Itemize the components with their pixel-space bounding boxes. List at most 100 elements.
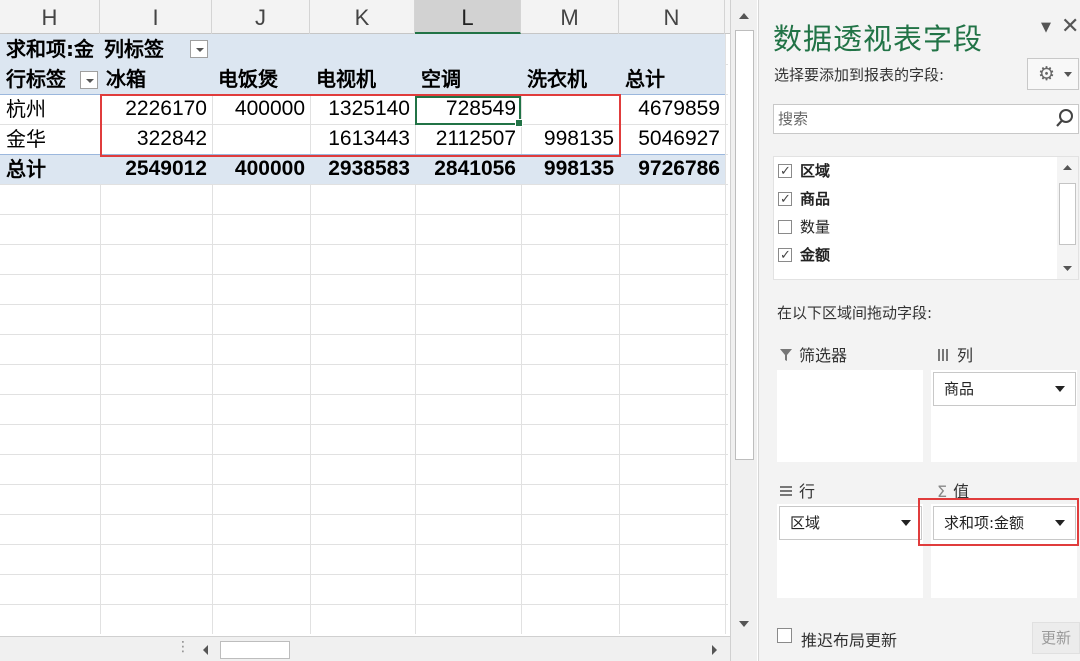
pivot-row-label[interactable]: 杭州 [0,94,100,123]
chevron-down-icon[interactable] [901,520,911,526]
choose-fields-label: 选择要添加到报表的字段: [774,66,945,84]
field-search-box[interactable] [773,104,1079,134]
close-icon[interactable]: ✕ [1061,14,1079,39]
scroll-down-icon[interactable] [1060,261,1075,276]
column-header-n[interactable]: N [619,0,725,34]
field-checkbox[interactable] [778,244,792,268]
vertical-scrollbar[interactable] [730,0,757,661]
worksheet[interactable]: H I J K L M N 求和项:金 列标签 行标签 冰箱 电饭煲 电视机 空… [0,0,730,661]
pivot-total-cell[interactable]: 2549012 [100,154,212,183]
chip-label: 商品 [944,380,975,398]
scroll-left-icon[interactable] [198,642,214,658]
gridline [0,574,728,575]
update-button[interactable]: 更新 [1032,622,1080,654]
rows-icon [780,486,792,496]
annotation-highlight-values [100,94,621,157]
column-labels-filter-button[interactable] [190,40,208,58]
gridline [0,484,728,485]
tab-split-handle[interactable]: ⋮ [176,639,190,655]
rows-drop-zone[interactable]: 区域 [777,504,923,598]
pivot-col-header[interactable]: 洗衣机 [521,64,619,93]
filters-drop-zone[interactable] [777,370,923,462]
field-checkbox[interactable] [778,220,792,234]
vertical-scroll-thumb[interactable] [735,30,754,460]
pivot-row-label[interactable]: 金华 [0,124,100,153]
chip-label: 区域 [790,514,821,532]
pivot-column-labels[interactable]: 列标签 [98,34,188,63]
gridline [0,334,728,335]
gridline [0,214,728,215]
scroll-down-icon[interactable] [734,614,754,634]
columns-icon [938,349,948,361]
rows-area-label: 行 [799,482,816,501]
sheet-bottom-bar: ⋮ [0,636,730,661]
pivot-total-cell[interactable]: 2938583 [310,154,415,183]
gridline [0,514,728,515]
gridline [0,244,728,245]
gridline [0,424,728,425]
pivot-total-cell[interactable]: 998135 [521,154,619,183]
pivot-value-cell[interactable]: 5046927 [619,124,725,153]
drag-fields-label: 在以下区域间拖动字段: [777,304,933,322]
horizontal-scroll-thumb[interactable] [220,641,290,659]
columns-drop-zone[interactable]: 商品 [931,370,1077,462]
column-header-l[interactable]: L [415,0,521,34]
field-label: 区域 [800,162,831,180]
gridline [0,604,728,605]
pivot-col-header[interactable]: 电视机 [310,64,415,93]
field-label: 商品 [800,190,831,208]
horizontal-scrollbar[interactable] [196,640,730,660]
scroll-right-icon[interactable] [706,642,722,658]
field-checkbox[interactable] [778,188,792,212]
columns-field-chip[interactable]: 商品 [933,372,1076,406]
column-header-k[interactable]: K [310,0,415,34]
pivot-total-cell[interactable]: 9726786 [619,154,725,183]
pivot-total-cell[interactable]: 2841056 [415,154,521,183]
pivot-value-field-label[interactable]: 求和项:金 [0,34,105,63]
column-header-h[interactable]: H [0,0,100,34]
gridline [0,184,728,185]
scroll-up-icon[interactable] [1060,160,1075,175]
gridline [0,364,728,365]
field-checkbox[interactable] [778,160,792,184]
pivot-col-header[interactable]: 总计 [619,64,725,93]
field-list-scrollbar[interactable] [1057,157,1078,279]
column-header-j[interactable]: J [212,0,310,34]
pivot-col-header[interactable]: 冰箱 [100,64,212,93]
pivot-col-header[interactable]: 电饭煲 [212,64,310,93]
gridline [0,274,728,275]
chevron-down-icon[interactable] [1055,386,1065,392]
pivot-col-header[interactable]: 空调 [415,64,521,93]
field-label: 金额 [800,246,831,264]
defer-update-checkbox[interactable] [777,628,792,643]
pivot-field-pane: 数据透视表字段 ▼ ✕ 选择要添加到报表的字段: ⚙ 区域 商品 数量 金额 [758,0,1080,661]
gridline [0,394,728,395]
gear-icon: ⚙ [1038,63,1056,85]
rows-field-chip[interactable]: 区域 [779,506,922,540]
pivot-value-cell[interactable]: 4679859 [619,94,725,123]
scroll-up-icon[interactable] [734,6,754,26]
gridline [0,544,728,545]
pivot-row-labels[interactable]: 行标签 [0,64,80,93]
chevron-down-icon[interactable]: ▼ [1041,20,1051,35]
pivot-total-cell[interactable]: 400000 [212,154,310,183]
search-input[interactable] [774,105,1044,133]
filter-icon [780,349,792,361]
column-header-m[interactable]: M [521,0,619,34]
column-header-bar: H I J K L M N [0,0,730,34]
search-icon[interactable] [1054,107,1076,129]
pane-title: 数据透视表字段 [773,22,984,56]
field-list-scroll-thumb[interactable] [1059,183,1076,245]
gridline [0,304,728,305]
gridline [0,454,728,455]
field-label: 数量 [800,218,831,236]
annotation-highlight-values-field [918,498,1079,546]
pivot-total-label[interactable]: 总计 [0,154,100,183]
row-labels-filter-button[interactable] [80,71,98,89]
field-list: 区域 商品 数量 金额 [773,156,1079,280]
filters-area-header: 筛选器 [779,342,847,366]
rows-area-header: 行 [779,478,815,502]
column-header-i[interactable]: I [100,0,212,34]
columns-area-label: 列 [957,346,974,365]
tools-button[interactable]: ⚙ [1027,58,1079,90]
